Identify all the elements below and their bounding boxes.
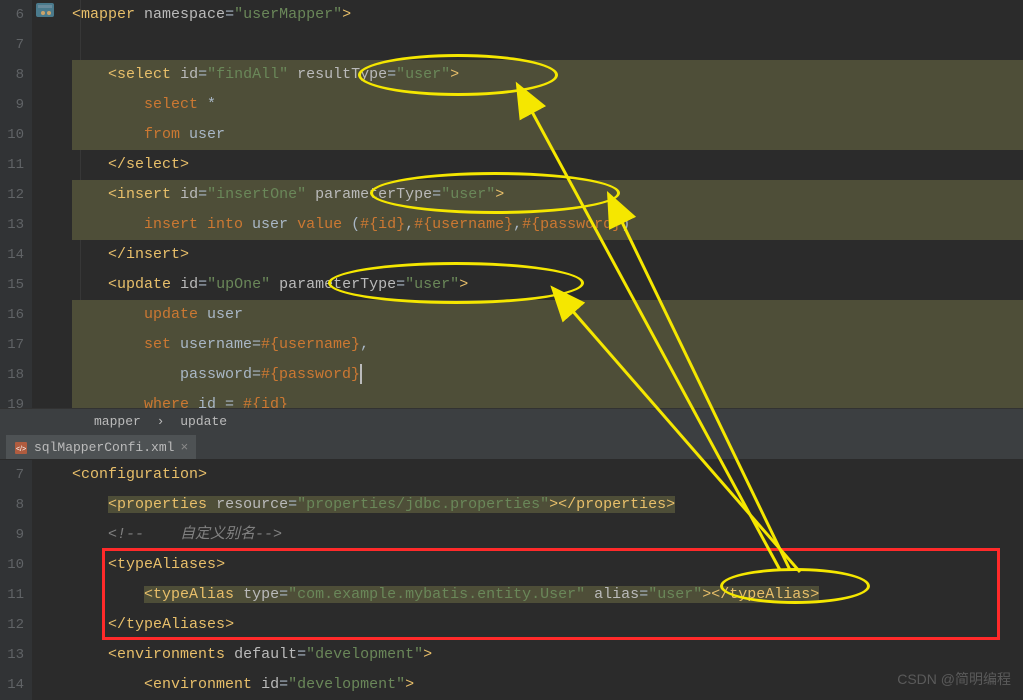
tab-label: sqlMapperConfi.xml bbox=[34, 440, 174, 455]
code-line[interactable]: password=#{password} bbox=[72, 360, 1023, 390]
xml-file-icon: </> bbox=[14, 441, 28, 455]
code-line[interactable]: </select> bbox=[72, 150, 1023, 180]
breadcrumb-item[interactable]: update bbox=[180, 414, 227, 429]
code-line[interactable]: <mapper namespace="userMapper"> bbox=[72, 0, 1023, 30]
code-line[interactable]: </insert> bbox=[72, 240, 1023, 270]
line-number: 14 bbox=[0, 240, 24, 270]
line-number: 13 bbox=[0, 210, 24, 240]
line-number: 10 bbox=[0, 550, 24, 580]
line-number: 19 bbox=[0, 390, 24, 408]
code-line[interactable]: where id = #{id} bbox=[72, 390, 1023, 408]
code-line[interactable]: set username=#{username}, bbox=[72, 330, 1023, 360]
line-number: 8 bbox=[0, 60, 24, 90]
text-caret bbox=[360, 364, 362, 384]
line-gutter: 6 7 8 9 10 11 12 13 14 15 16 17 18 19 bbox=[0, 0, 32, 408]
line-number: 7 bbox=[0, 460, 24, 490]
file-badge-icon bbox=[34, 0, 58, 20]
breadcrumb-sep: › bbox=[157, 414, 165, 429]
line-gutter: 7 8 9 10 11 12 13 14 bbox=[0, 460, 32, 700]
code-line[interactable]: <environment id="development"> bbox=[72, 670, 1023, 700]
code-line[interactable]: update user bbox=[72, 300, 1023, 330]
code-line[interactable]: <configuration> bbox=[72, 460, 1023, 490]
code-content[interactable]: <configuration> <properties resource="pr… bbox=[72, 460, 1023, 700]
code-line[interactable]: select * bbox=[72, 90, 1023, 120]
line-number: 9 bbox=[0, 90, 24, 120]
line-number: 11 bbox=[0, 580, 24, 610]
code-line[interactable]: <insert id="insertOne" parameterType="us… bbox=[72, 180, 1023, 210]
tab-close-icon[interactable]: × bbox=[180, 440, 188, 455]
line-number: 14 bbox=[0, 670, 24, 700]
line-number: 15 bbox=[0, 270, 24, 300]
tab-sqlmapperconfi[interactable]: </> sqlMapperConfi.xml × bbox=[6, 435, 196, 459]
line-number: 18 bbox=[0, 360, 24, 390]
code-line[interactable]: <update id="upOne" parameterType="user"> bbox=[72, 270, 1023, 300]
code-line[interactable]: </typeAliases> bbox=[72, 610, 1023, 640]
breadcrumb-item[interactable]: mapper bbox=[94, 414, 141, 429]
code-line[interactable]: from user bbox=[72, 120, 1023, 150]
bottom-editor: 7 8 9 10 11 12 13 14 <configuration> <pr… bbox=[0, 460, 1023, 697]
svg-text:</>: </> bbox=[16, 446, 26, 453]
code-line[interactable]: <typeAliases> bbox=[72, 550, 1023, 580]
line-number: 16 bbox=[0, 300, 24, 330]
code-line[interactable]: <environments default="development"> bbox=[72, 640, 1023, 670]
code-line[interactable]: <properties resource="properties/jdbc.pr… bbox=[72, 490, 1023, 520]
code-line[interactable]: insert into user value (#{id},#{username… bbox=[72, 210, 1023, 240]
line-number: 12 bbox=[0, 180, 24, 210]
top-editor: 6 7 8 9 10 11 12 13 14 15 16 17 18 19 <m… bbox=[0, 0, 1023, 408]
breadcrumb[interactable]: mapper › update bbox=[0, 408, 1023, 434]
tab-bar: </> sqlMapperConfi.xml × bbox=[0, 434, 1023, 460]
line-number: 10 bbox=[0, 120, 24, 150]
line-number: 12 bbox=[0, 610, 24, 640]
code-line[interactable]: <!-- 自定义别名--> bbox=[72, 520, 1023, 550]
line-number: 13 bbox=[0, 640, 24, 670]
line-number: 9 bbox=[0, 520, 24, 550]
code-line[interactable] bbox=[72, 30, 1023, 60]
code-line[interactable]: <typeAlias type="com.example.mybatis.ent… bbox=[72, 580, 1023, 610]
line-number: 17 bbox=[0, 330, 24, 360]
line-number: 6 bbox=[0, 0, 24, 30]
code-line[interactable]: <select id="findAll" resultType="user"> bbox=[72, 60, 1023, 90]
watermark: CSDN @简明编程 bbox=[897, 669, 1011, 689]
code-content[interactable]: <mapper namespace="userMapper"> <select … bbox=[72, 0, 1023, 408]
line-number: 8 bbox=[0, 490, 24, 520]
line-number: 11 bbox=[0, 150, 24, 180]
line-number: 7 bbox=[0, 30, 24, 60]
